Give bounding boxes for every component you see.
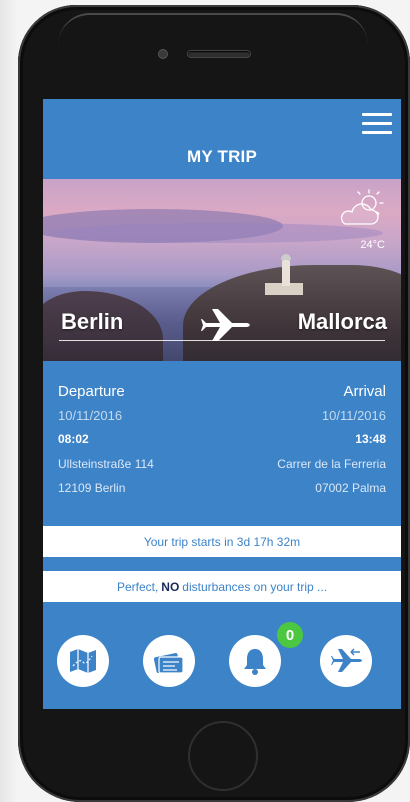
arrival-time: 13:48 [355, 432, 386, 446]
route-line [59, 340, 385, 341]
bell-icon [244, 649, 266, 675]
origin-city: Berlin [61, 309, 124, 334]
arrival-city: 07002 Palma [315, 481, 386, 495]
route: Berlin Mallorca [43, 307, 401, 347]
phone-bezel-highlight [58, 13, 368, 45]
home-button[interactable] [188, 721, 258, 791]
countdown-bar: Your trip starts in 3d 17h 32m [43, 526, 401, 557]
departure-label: Departure [58, 383, 125, 400]
status-suffix: disturbances on your trip ... [182, 579, 328, 594]
status-prefix: Perfect, [116, 579, 159, 594]
earpiece-speaker [188, 51, 250, 57]
destination-city: Mallorca [297, 309, 387, 334]
airplane-icon [201, 309, 250, 341]
partly-cloudy-icon [340, 189, 384, 225]
menu-icon[interactable] [362, 113, 392, 135]
return-flight-icon [331, 648, 362, 672]
departure-time: 08:02 [58, 432, 89, 446]
map-icon [70, 649, 96, 673]
status-bar: Perfect, NO disturbances on your trip ..… [43, 571, 401, 602]
tickets-icon [153, 653, 184, 674]
notification-count-badge: 0 [277, 622, 303, 648]
return-flight-button[interactable] [320, 635, 372, 687]
notifications-button[interactable] [229, 635, 281, 687]
status-emphasis: NO [161, 579, 180, 594]
map-button[interactable] [57, 635, 109, 687]
temperature: 24°C [360, 239, 385, 251]
departure-street: Ullsteinstraße 114 [58, 457, 154, 471]
app-screen: MY TRIP 24°C Berlin Mallorca Departure A… [43, 99, 401, 709]
tickets-button[interactable] [143, 635, 195, 687]
arrival-label: Arrival [343, 383, 386, 400]
departure-city: 12109 Berlin [58, 481, 126, 495]
front-camera [159, 50, 167, 58]
lighthouse-image [281, 254, 291, 286]
page-title: MY TRIP [186, 147, 258, 166]
arrival-date: 10/11/2016 [321, 408, 386, 423]
departure-date: 10/11/2016 [58, 408, 123, 423]
arrival-street: Carrer de la Ferreria [277, 457, 386, 471]
background-edge [0, 0, 18, 802]
